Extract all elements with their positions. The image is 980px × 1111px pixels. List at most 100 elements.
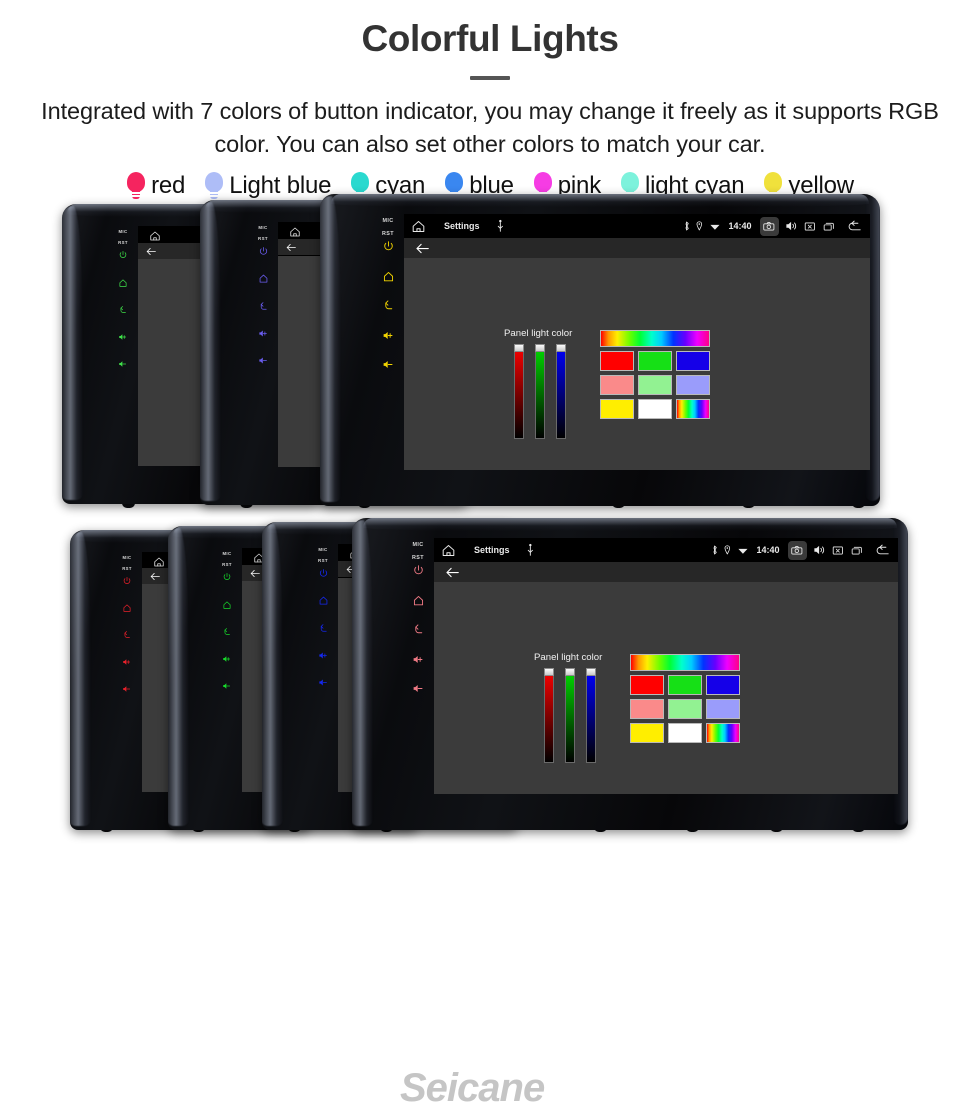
side-power-icon[interactable] [122,573,132,591]
side-home-icon[interactable] [258,271,269,289]
statusbar-recents-icon[interactable] [822,220,836,233]
statusbar-home-icon[interactable] [289,225,301,243]
green-slider[interactable] [535,344,545,440]
side-volume-up-icon[interactable] [318,648,329,666]
blue-slider-thumb[interactable] [556,344,566,353]
swatch-salmon[interactable] [600,375,634,396]
side-back-icon[interactable] [318,621,329,639]
swatch-periwinkle[interactable] [676,375,710,396]
swatch-yellow[interactable] [630,723,664,744]
statusbar-camera-icon[interactable] [787,540,807,560]
shell-gloss-left [70,532,91,827]
side-power-icon[interactable] [222,569,232,587]
side-volume-down-icon[interactable] [222,678,232,696]
red-slider[interactable] [544,668,554,764]
side-back-icon[interactable] [122,627,132,645]
red-slider-thumb[interactable] [544,668,554,677]
side-power-icon[interactable] [258,244,269,262]
side-back-icon[interactable] [118,302,128,320]
page-subtitle: Integrated with 7 colors of button indic… [41,97,939,158]
side-volume-up-icon[interactable] [118,329,128,347]
swatch-white[interactable] [638,399,672,420]
side-volume-down-icon[interactable] [382,358,395,376]
side-volume-up-icon[interactable] [122,654,132,672]
panel-light-color-label: Panel light color [504,328,573,340]
statusbar-volume-icon[interactable] [812,543,827,557]
green-slider-thumb[interactable] [535,344,545,353]
appbar-back-icon[interactable] [444,565,461,580]
rst-label: RST [118,239,128,245]
appbar-back-icon[interactable] [145,246,158,257]
swatch-green[interactable] [638,351,672,372]
red-slider-thumb[interactable] [514,344,524,353]
statusbar-close-icon[interactable] [831,544,845,557]
statusbar-home-icon[interactable] [149,229,161,247]
hue-gradient-bar[interactable] [630,654,740,672]
side-volume-down-icon[interactable] [258,353,269,371]
red-slider[interactable] [514,344,524,440]
side-volume-down-icon[interactable] [412,682,425,700]
swatch-blue[interactable] [706,675,740,696]
side-back-icon[interactable] [382,299,395,317]
title-divider-wrap [0,61,980,95]
side-home-icon[interactable] [118,275,128,293]
statusbar-home-icon[interactable] [153,555,165,573]
device-screen[interactable]: Settings 14:40 Panel light color [404,214,870,471]
hue-gradient-bar[interactable] [600,330,710,348]
side-home-icon[interactable] [318,593,329,611]
swatch-yellow[interactable] [600,399,634,420]
unit-pink[interactable]: MIC RST Settings 14:40 Panel light color [352,518,908,831]
blue-slider[interactable] [586,668,596,764]
side-power-icon[interactable] [118,247,128,265]
appbar-back-icon[interactable] [285,242,298,253]
green-slider-thumb[interactable] [565,668,575,677]
appbar-back-icon[interactable] [414,241,431,256]
side-home-icon[interactable] [122,600,132,618]
side-volume-down-icon[interactable] [318,675,329,693]
side-back-icon[interactable] [222,624,232,642]
side-home-icon[interactable] [412,594,425,612]
side-power-icon[interactable] [318,566,329,584]
statusbar-close-icon[interactable] [803,220,817,233]
statusbar-back-icon[interactable] [874,543,891,557]
statusbar-volume-icon[interactable] [784,219,799,233]
swatch-salmon[interactable] [630,699,664,720]
side-volume-up-icon[interactable] [382,329,395,347]
appbar-back-icon[interactable] [249,568,262,579]
swatch-green[interactable] [668,675,702,696]
side-power-icon[interactable] [382,240,395,258]
swatch-red[interactable] [630,675,664,696]
swatch-lightgreen[interactable] [668,699,702,720]
device-screen[interactable]: Settings 14:40 Panel light color [434,538,898,795]
swatch-blue[interactable] [676,351,710,372]
page-header: Colorful Lights Integrated with 7 colors… [0,0,980,162]
side-volume-up-icon[interactable] [412,653,425,671]
side-volume-up-icon[interactable] [258,326,269,344]
side-power-icon[interactable] [412,564,425,582]
side-back-icon[interactable] [412,623,425,641]
swatch-lightgreen[interactable] [638,375,672,396]
swatch-red[interactable] [600,351,634,372]
blue-slider-thumb[interactable] [586,668,596,677]
blue-slider[interactable] [556,344,566,440]
side-volume-down-icon[interactable] [118,356,128,374]
statusbar-home-icon[interactable] [441,543,456,558]
green-slider[interactable] [565,668,575,764]
swatch-white[interactable] [668,723,702,744]
statusbar-title: Settings [474,545,510,556]
side-button-column: MIC RST [308,544,338,792]
swatch-periwinkle[interactable] [706,699,740,720]
statusbar-home-icon[interactable] [411,219,426,234]
side-volume-up-icon[interactable] [222,651,232,669]
side-back-icon[interactable] [258,299,269,317]
side-button-column: MIC RST [248,222,278,467]
side-home-icon[interactable] [222,597,232,615]
statusbar-camera-icon[interactable] [759,216,779,236]
statusbar-recents-icon[interactable] [850,544,864,557]
side-volume-down-icon[interactable] [122,681,132,699]
statusbar-back-icon[interactable] [846,219,863,233]
swatch-rainbow[interactable] [706,723,740,744]
side-home-icon[interactable] [382,270,395,288]
unit-yellow[interactable]: MIC RST Settings 14:40 Panel light color [320,194,880,507]
swatch-rainbow[interactable] [676,399,710,420]
